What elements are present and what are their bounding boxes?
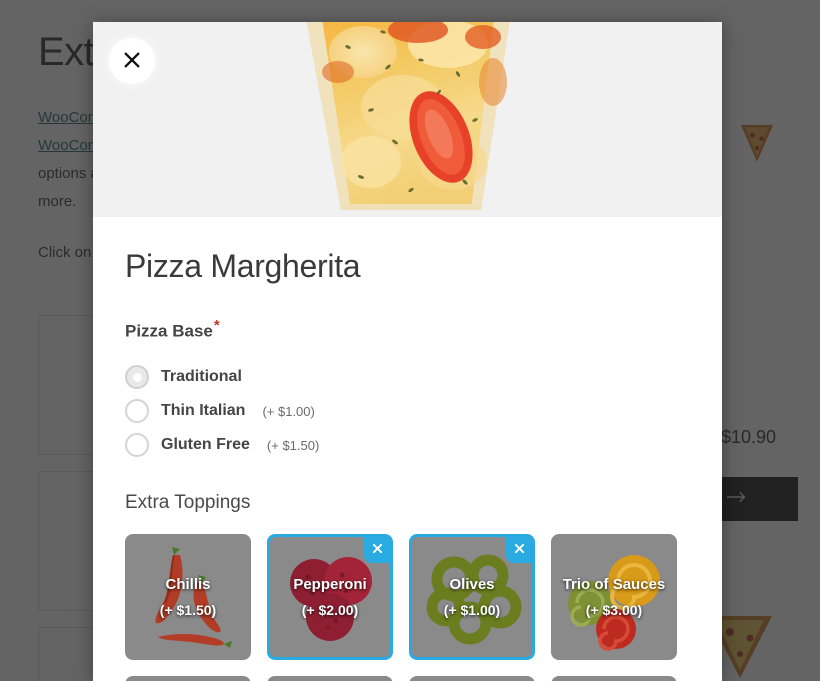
topping-deselect-badge[interactable] xyxy=(364,537,390,564)
radio-indicator xyxy=(125,433,149,458)
product-options-modal: Pizza Margherita Pizza Base* Traditional… xyxy=(93,22,722,681)
product-title: Pizza Margherita xyxy=(125,248,361,284)
radio-option-thin-italian[interactable]: Thin Italian (+ $1.00) xyxy=(125,394,690,428)
topping-card-chillis[interactable]: Chillis (+ $1.50) xyxy=(125,534,251,661)
close-icon xyxy=(123,51,141,72)
extra-toppings-grid: Chillis (+ $1.50) Pepperoni (+ $2.00) Ol… xyxy=(125,534,690,661)
screen: Extra Product Options WooCommerce Produc… xyxy=(0,0,820,681)
topping-card-pepperoni[interactable]: Pepperoni (+ $2.00) xyxy=(267,534,393,661)
radio-price: (+ $1.00) xyxy=(262,403,315,419)
modal-close-button[interactable] xyxy=(109,38,155,84)
sauces-icon xyxy=(554,537,674,657)
radio-label: Thin Italian xyxy=(161,402,246,420)
topping-card[interactable] xyxy=(409,676,535,681)
topping-card[interactable] xyxy=(125,676,251,681)
extra-toppings-grid-row2 xyxy=(125,676,690,681)
radio-option-gluten-free[interactable]: Gluten Free (+ $1.50) xyxy=(125,428,690,462)
topping-card[interactable] xyxy=(267,676,393,681)
pizza-slice-photo xyxy=(243,22,573,217)
pizza-base-label: Pizza Base* xyxy=(125,317,690,342)
radio-option-traditional[interactable]: Traditional xyxy=(125,360,690,394)
radio-label: Traditional xyxy=(161,368,242,386)
radio-label: Gluten Free xyxy=(161,436,250,454)
radio-price: (+ $1.50) xyxy=(266,437,320,453)
modal-body: Pizza Margherita Pizza Base* Traditional… xyxy=(93,217,722,681)
chillis-icon xyxy=(128,537,248,657)
radio-indicator xyxy=(125,399,149,424)
modal-hero xyxy=(93,22,722,217)
topping-card-trio-of-sauces[interactable]: Trio of Sauces (+ $3.00) xyxy=(551,534,677,661)
topping-card[interactable] xyxy=(551,676,677,681)
required-marker: * xyxy=(213,317,220,335)
radio-indicator xyxy=(125,365,149,390)
pizza-base-radio-group: Traditional Thin Italian (+ $1.00) Glute… xyxy=(125,360,690,462)
close-icon xyxy=(514,541,525,559)
topping-deselect-badge[interactable] xyxy=(506,537,532,564)
topping-card-olives[interactable]: Olives (+ $1.00) xyxy=(409,534,535,661)
extra-toppings-label: Extra Toppings xyxy=(125,492,251,514)
pizza-base-label-text: Pizza Base xyxy=(125,322,213,342)
close-icon xyxy=(372,541,383,559)
